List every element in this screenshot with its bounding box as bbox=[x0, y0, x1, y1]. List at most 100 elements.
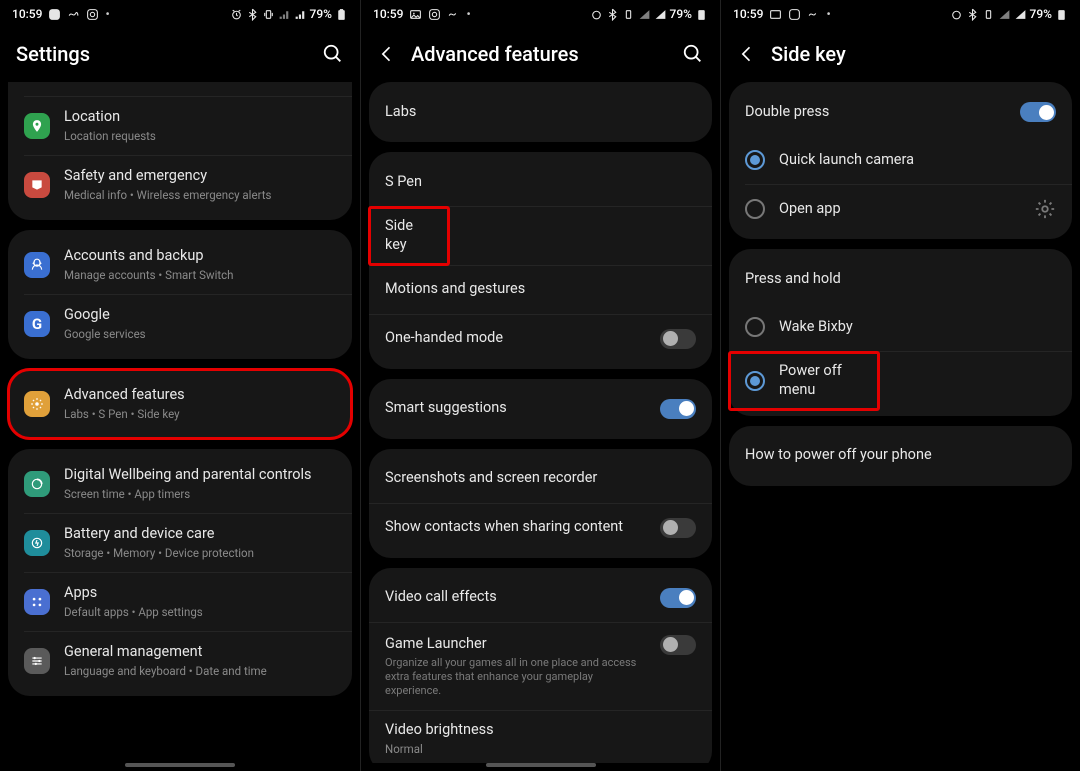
radio-open-app[interactable]: Open app bbox=[729, 185, 1072, 233]
row-one-handed[interactable]: One-handed mode bbox=[369, 315, 712, 363]
row-title: One-handed mode bbox=[385, 329, 646, 348]
row-side-key[interactable]: Side key bbox=[369, 207, 449, 265]
settings-group: Digital Wellbeing and parental controls … bbox=[8, 449, 352, 696]
toggle-game-launcher[interactable] bbox=[660, 635, 696, 655]
apps-icon bbox=[24, 589, 50, 615]
image-icon bbox=[769, 8, 782, 21]
toggle-double-press[interactable] bbox=[1020, 102, 1056, 122]
settings-row-accounts[interactable]: Accounts and backup Manage accounts • Sm… bbox=[8, 236, 352, 294]
radio-icon[interactable] bbox=[745, 317, 765, 337]
side-key-list[interactable]: Double press Quick launch camera Open ap… bbox=[721, 82, 1080, 763]
radio-icon[interactable] bbox=[745, 199, 765, 219]
more-dot: • bbox=[826, 7, 830, 21]
radio-wake-bixby[interactable]: Wake Bixby bbox=[729, 303, 1072, 351]
row-game-launcher[interactable]: Game Launcher Organize all your games al… bbox=[369, 623, 712, 711]
settings-row-google[interactable]: G Google Google services bbox=[8, 295, 352, 353]
row-title: Advanced features bbox=[64, 386, 336, 405]
toggle-show-contacts[interactable] bbox=[660, 518, 696, 538]
section-header-double-press[interactable]: Double press bbox=[729, 88, 1072, 136]
row-labs[interactable]: Labs bbox=[369, 88, 712, 136]
settings-group: Smart suggestions bbox=[369, 379, 712, 439]
settings-group: Screenshots and screen recorder Show con… bbox=[369, 449, 712, 558]
row-title: Motions and gestures bbox=[385, 280, 696, 299]
link-how-to-power-off[interactable]: How to power off your phone bbox=[729, 432, 1072, 480]
row-title: S Pen bbox=[385, 173, 696, 192]
row-smart-suggestions[interactable]: Smart suggestions bbox=[369, 385, 712, 433]
signal-weak-icon bbox=[998, 8, 1011, 21]
battery-care-icon bbox=[24, 530, 50, 556]
row-title: Accounts and backup bbox=[64, 247, 336, 266]
search-icon[interactable] bbox=[682, 43, 704, 65]
back-icon[interactable] bbox=[377, 44, 397, 64]
location-icon bbox=[24, 113, 50, 139]
settings-group: S Pen Side key Motions and gestures One-… bbox=[369, 152, 712, 369]
radio-label: Power off menu bbox=[779, 362, 863, 400]
side-key-screen: 10:59 • 79% Side key Double press bbox=[720, 0, 1080, 771]
bluetooth-icon bbox=[246, 8, 259, 21]
toggle-smart-suggestions[interactable] bbox=[660, 399, 696, 419]
page-title: Settings bbox=[16, 42, 308, 66]
page-title: Advanced features bbox=[411, 42, 668, 66]
row-spen[interactable]: S Pen bbox=[369, 158, 712, 206]
more-dot: • bbox=[105, 7, 109, 21]
row-screenshots[interactable]: Screenshots and screen recorder bbox=[369, 455, 712, 503]
radio-power-off-menu[interactable]: Power off menu bbox=[729, 352, 879, 410]
row-subtitle: Manage accounts • Smart Switch bbox=[64, 268, 336, 283]
advanced-list[interactable]: Labs S Pen Side key Motions and gestures… bbox=[361, 82, 720, 763]
radio-quick-launch-camera[interactable]: Quick launch camera bbox=[729, 136, 1072, 184]
back-icon[interactable] bbox=[737, 44, 757, 64]
vibrate-icon bbox=[262, 8, 275, 21]
settings-group: Accounts and backup Manage accounts • Sm… bbox=[8, 230, 352, 359]
settings-row-wellbeing[interactable]: Digital Wellbeing and parental controls … bbox=[8, 455, 352, 513]
help-section: How to power off your phone bbox=[729, 426, 1072, 486]
screen-header: Advanced features bbox=[361, 28, 720, 82]
bluetooth-icon bbox=[966, 8, 979, 21]
instagram-icon bbox=[428, 8, 441, 21]
more-dot: • bbox=[466, 7, 470, 21]
row-title: Video brightness bbox=[385, 721, 696, 740]
signal-icon bbox=[294, 8, 307, 21]
toggle-video-effects[interactable] bbox=[660, 588, 696, 608]
row-title: Screenshots and screen recorder bbox=[385, 469, 696, 488]
settings-row-location[interactable]: Location Location requests bbox=[8, 97, 352, 155]
instagram-icon bbox=[788, 8, 801, 21]
clock: 10:59 bbox=[733, 7, 763, 21]
row-subtitle: Location requests bbox=[64, 129, 336, 144]
gesture-bar[interactable] bbox=[125, 763, 235, 767]
battery-icon bbox=[335, 8, 348, 21]
scribble-icon bbox=[67, 8, 80, 21]
row-video-effects[interactable]: Video call effects bbox=[369, 574, 712, 622]
status-bar: 10:59 • 79% bbox=[361, 0, 720, 28]
radio-label: Wake Bixby bbox=[779, 318, 1056, 337]
signal-weak-icon bbox=[638, 8, 651, 21]
general-icon bbox=[24, 648, 50, 674]
settings-row-apps[interactable]: Apps Default apps • App settings bbox=[8, 573, 352, 631]
row-title: Location bbox=[64, 108, 336, 127]
advanced-features-screen: 10:59 • 79% Advanced features Labs bbox=[360, 0, 720, 771]
settings-group: Labs bbox=[369, 82, 712, 142]
radio-icon[interactable] bbox=[745, 150, 765, 170]
radio-icon[interactable] bbox=[745, 371, 765, 391]
status-bar: 10:59 • 79% bbox=[0, 0, 360, 28]
row-video-brightness[interactable]: Video brightness Normal bbox=[369, 711, 712, 763]
settings-row-general[interactable]: General management Language and keyboard… bbox=[8, 632, 352, 690]
settings-list[interactable]: Biometrics • Permission manager Location… bbox=[0, 82, 360, 763]
settings-group-advanced: Advanced features Labs • S Pen • Side ke… bbox=[8, 369, 352, 439]
double-press-section: Double press Quick launch camera Open ap… bbox=[729, 82, 1072, 239]
alarm-icon bbox=[590, 8, 603, 21]
row-motions[interactable]: Motions and gestures bbox=[369, 266, 712, 314]
toggle-one-handed[interactable] bbox=[660, 329, 696, 349]
instagram-icon bbox=[86, 8, 99, 21]
row-subtitle: Google services bbox=[64, 327, 336, 342]
gesture-bar[interactable] bbox=[486, 763, 596, 767]
search-icon[interactable] bbox=[322, 43, 344, 65]
radio-label: Quick launch camera bbox=[779, 151, 1056, 170]
settings-row-advanced-features[interactable]: Advanced features Labs • S Pen • Side ke… bbox=[8, 375, 352, 433]
settings-row-safety[interactable]: Safety and emergency Medical info • Wire… bbox=[8, 156, 352, 214]
settings-row-biometrics[interactable]: Biometrics • Permission manager bbox=[8, 82, 352, 96]
row-show-contacts[interactable]: Show contacts when sharing content bbox=[369, 504, 712, 552]
settings-row-battery[interactable]: Battery and device care Storage • Memory… bbox=[8, 514, 352, 572]
section-title: Press and hold bbox=[745, 270, 1056, 289]
instagram-icon bbox=[48, 8, 61, 21]
gear-icon[interactable] bbox=[1034, 198, 1056, 220]
